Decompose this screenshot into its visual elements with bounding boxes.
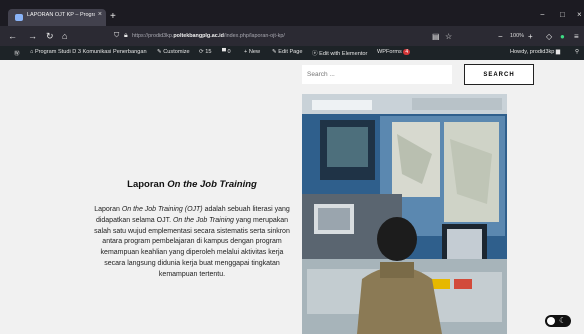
admin-edit-elementor[interactable]: ⓔ Edit with Elementor [312, 49, 367, 57]
tab-close-icon[interactable]: × [98, 11, 102, 18]
home-icon[interactable]: ⌂ [62, 31, 67, 41]
forward-icon[interactable]: → [28, 31, 37, 41]
search-input[interactable] [302, 65, 452, 84]
page-content: SEARCH Laporan On the Job Training Lapor… [0, 60, 584, 334]
edit-elementor-label: Edit with Elementor [319, 51, 368, 57]
admin-new[interactable]: + New [244, 49, 260, 55]
bookmark-star-icon[interactable]: ☆ [445, 32, 452, 41]
window-minimize-button[interactable]: − [540, 10, 545, 19]
reader-view-icon[interactable]: ▤ [432, 32, 440, 41]
updates-count: 15 [205, 49, 212, 55]
wordpress-logo-icon[interactable]: Ⓦ [14, 49, 20, 57]
para-part-4: On the Job Training [172, 216, 234, 224]
para-part-5: yang merupakan salah satu wujud emplemen… [94, 216, 290, 278]
admin-comments[interactable]: ▀ 0 [222, 49, 231, 55]
wpforms-label: WPForms [377, 49, 402, 55]
search-button[interactable]: SEARCH [464, 64, 534, 85]
admin-edit-page[interactable]: ✎ Edit Page [272, 49, 303, 55]
browser-nav-bar: ← → ↻ ⌂ ⛉ 🔒︎ https://prodid3kp.poltekban… [0, 26, 584, 46]
admin-search-icon[interactable]: ⚲ [575, 49, 579, 55]
customize-label: Customize [163, 49, 190, 55]
intro-paragraph: Laporan On the Job Training (OJT) adalah… [92, 205, 292, 281]
zoom-out-icon[interactable]: − [498, 32, 503, 41]
tab-title: LAPORAN OJT KP – Program St [27, 12, 95, 18]
url-domain: poltekbangplg.ac.id [173, 33, 224, 39]
site-name-label: Program Studi D 3 Komunikasi Penerbangan [34, 49, 147, 55]
shield-icon[interactable]: ⛉ [114, 32, 119, 40]
pocket-icon[interactable]: ◇ [546, 32, 552, 41]
howdy-label: Howdy, prodid3kp [510, 49, 555, 55]
wpforms-badge: 4 [403, 49, 411, 55]
reload-icon[interactable]: ↻ [46, 31, 54, 42]
lock-icon[interactable]: 🔒︎ [124, 32, 128, 40]
menu-icon[interactable]: ≡ [574, 32, 579, 41]
comments-count: 0 [227, 49, 231, 55]
ojt-control-room-photo [302, 94, 507, 334]
para-part-1: Laporan [94, 206, 122, 213]
admin-site-name[interactable]: ⌂ Program Studi D 3 Komunikasi Penerbang… [30, 49, 147, 55]
address-bar[interactable]: https://prodid3kp.poltekbangplg.ac.id/in… [132, 33, 285, 39]
admin-updates[interactable]: ⟳ 15 [199, 49, 211, 55]
back-icon[interactable]: ← [8, 31, 17, 41]
para-part-2: On the Job Training (OJT) [121, 206, 203, 213]
admin-howdy[interactable]: Howdy, prodid3kp ▆ [510, 49, 560, 55]
admin-customize[interactable]: ✎ Customize [157, 49, 190, 55]
moon-icon: ☾ [559, 316, 567, 325]
window-close-button[interactable]: × [577, 10, 582, 19]
extension-icon[interactable]: ● [560, 32, 565, 41]
dark-mode-toggle-icon[interactable]: ☾ [545, 315, 571, 327]
window-maximize-button[interactable]: □ [560, 10, 565, 19]
browser-tab-bar: LAPORAN OJT KP – Program St × + − □ × [0, 0, 584, 26]
tab-laporan-ojt[interactable]: LAPORAN OJT KP – Program St × [8, 9, 106, 26]
zoom-level[interactable]: 100% [510, 33, 524, 39]
url-prefix: https://prodid3kp. [132, 33, 174, 39]
site-favicon-icon [15, 14, 23, 21]
heading-prefix: Laporan [127, 179, 168, 190]
admin-wpforms[interactable]: WPForms 4 [377, 49, 411, 55]
zoom-in-icon[interactable]: + [528, 32, 533, 41]
wp-admin-bar: Ⓦ ⌂ Program Studi D 3 Komunikasi Penerba… [0, 46, 584, 60]
new-label: New [248, 49, 261, 55]
toggle-knob [547, 317, 555, 325]
edit-page-label: Edit Page [278, 49, 303, 55]
heading-italic: On the Job Training [167, 179, 257, 190]
url-path: /index.php/laporan-ojt-kp/ [223, 33, 285, 39]
new-tab-button[interactable]: + [110, 11, 116, 22]
page-heading: Laporan On the Job Training [80, 179, 304, 190]
